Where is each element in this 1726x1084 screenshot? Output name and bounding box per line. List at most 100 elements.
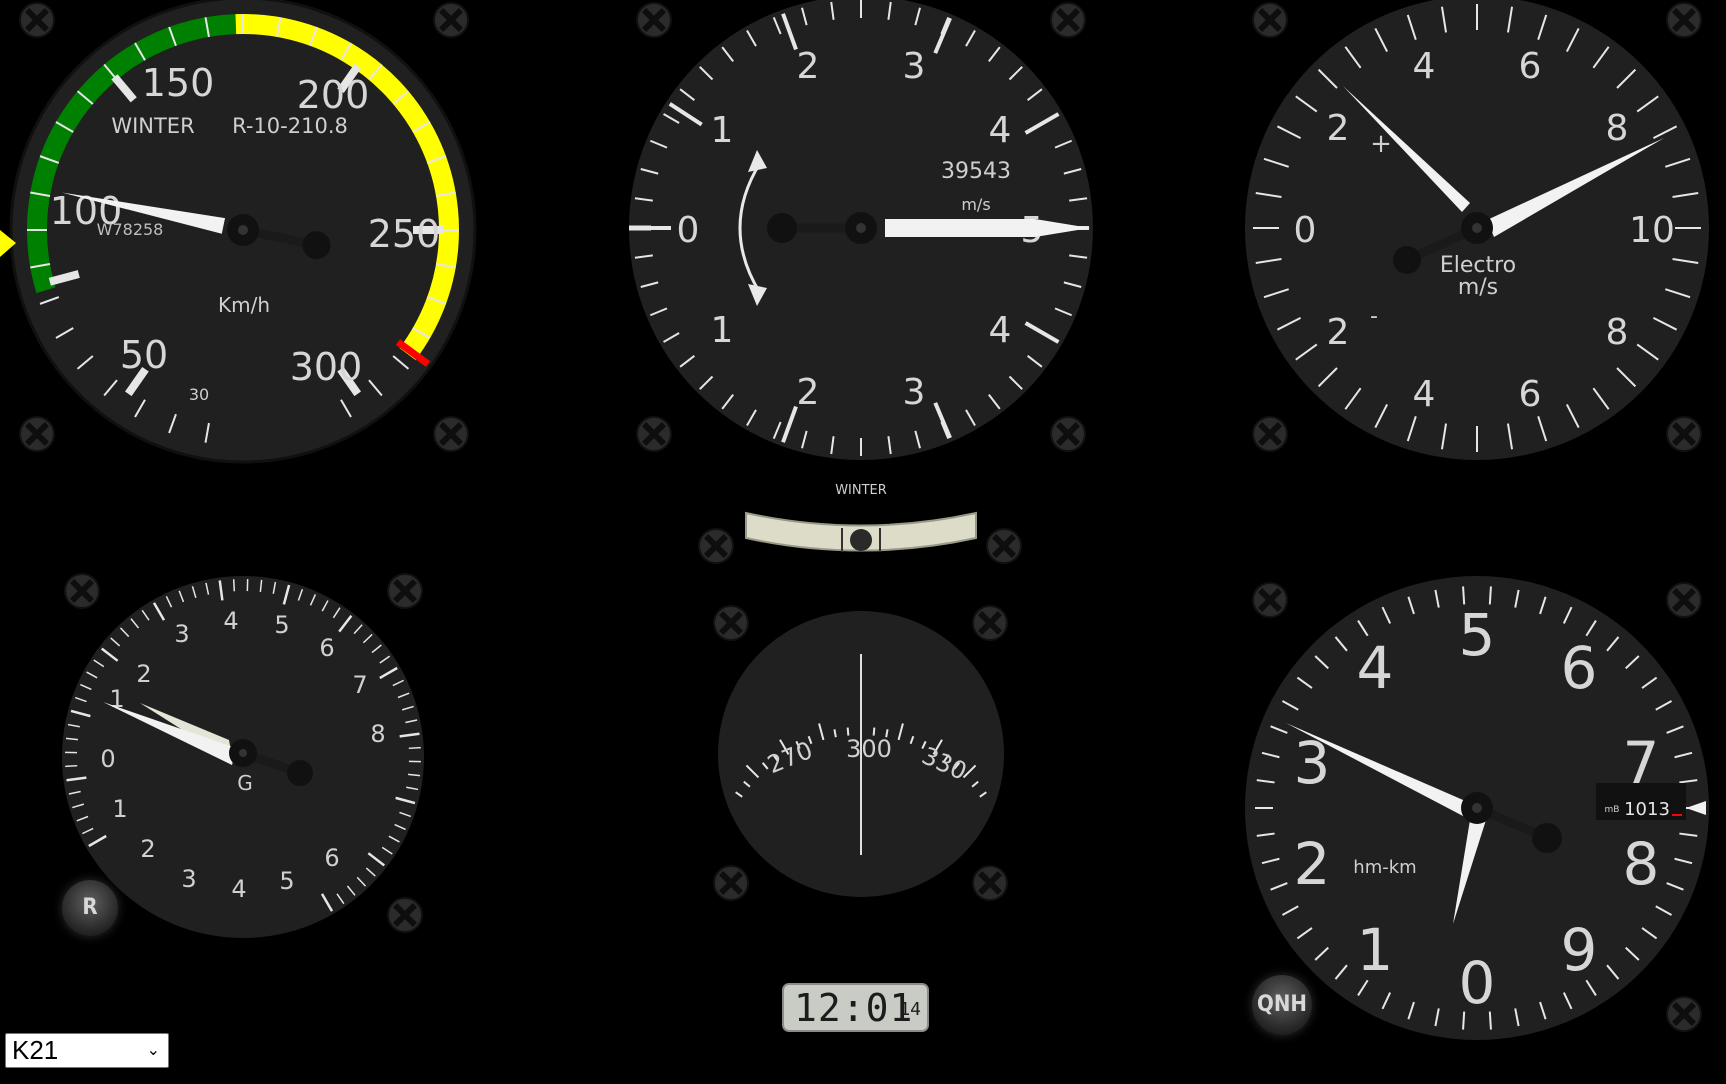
vario-numeral: 4 bbox=[989, 310, 1012, 351]
screw-icon bbox=[972, 865, 1008, 901]
g-numeral: 7 bbox=[352, 671, 367, 699]
g-numeral: 3 bbox=[174, 620, 189, 648]
airspeed-numeral: 250 bbox=[368, 212, 441, 256]
altimeter-numeral: 1 bbox=[1357, 916, 1394, 984]
scale-tick bbox=[833, 729, 837, 738]
g-meter-reset-button[interactable]: R bbox=[62, 880, 118, 936]
g-numeral: 8 bbox=[370, 720, 385, 748]
glider-select-value: K21 bbox=[12, 1035, 59, 1065]
g-numeral: 4 bbox=[223, 607, 238, 635]
vario-numeral: 3 bbox=[903, 372, 926, 413]
screw-icon bbox=[1252, 416, 1288, 452]
screw-icon bbox=[636, 2, 672, 38]
vario-numeral: 2 bbox=[797, 46, 820, 87]
vario-numeral: 0 bbox=[677, 210, 700, 251]
altimeter-numeral: 9 bbox=[1561, 916, 1598, 984]
screw-icon bbox=[713, 605, 749, 641]
clock-seconds: 14 bbox=[899, 999, 921, 1020]
screw-icon bbox=[972, 605, 1008, 641]
g-numeral: 0 bbox=[100, 745, 115, 773]
compass: 270 300 330 bbox=[718, 611, 1004, 897]
altimeter-numeral: 5 bbox=[1459, 601, 1496, 669]
electro-numeral: 6 bbox=[1519, 374, 1542, 415]
electro-numeral: 8 bbox=[1606, 108, 1629, 149]
vario-numeral: 2 bbox=[797, 372, 820, 413]
screw-icon bbox=[1666, 582, 1702, 618]
screw-icon bbox=[1666, 416, 1702, 452]
altimeter-numeral: 0 bbox=[1459, 949, 1496, 1017]
airspeed-type-label: WINTER bbox=[111, 114, 194, 138]
screw-icon bbox=[636, 416, 672, 452]
scale-tick bbox=[408, 746, 421, 750]
screw-icon bbox=[986, 528, 1022, 564]
airspeed-numeral: 200 bbox=[297, 73, 370, 117]
variometer: 0 1 1 2 2 3 4 5 4 3 39543 m/s bbox=[629, 0, 1093, 460]
altimeter-numeral: 3 bbox=[1294, 729, 1331, 797]
airspeed-numeral: 150 bbox=[142, 61, 215, 105]
screw-icon bbox=[1050, 416, 1086, 452]
electro-numeral: 4 bbox=[1413, 374, 1436, 415]
electro-numeral: 10 bbox=[1629, 210, 1675, 251]
screw-icon bbox=[1252, 582, 1288, 618]
slip-label: WINTER bbox=[835, 483, 887, 498]
electro-numeral: 6 bbox=[1519, 46, 1542, 87]
g-meter: 2 3 4 5 6 7 8 1 0 1 2 3 4 5 6 G bbox=[62, 576, 424, 938]
screw-icon bbox=[433, 2, 469, 38]
altimeter-numeral: 6 bbox=[1561, 634, 1598, 702]
qnh-button[interactable]: QNH bbox=[1252, 975, 1312, 1035]
screw-icon bbox=[433, 416, 469, 452]
electro-numeral: 2 bbox=[1327, 108, 1350, 149]
g-numeral: 6 bbox=[324, 844, 339, 872]
airspeed-numeral: 300 bbox=[290, 345, 363, 389]
screw-icon bbox=[64, 573, 100, 609]
g-numeral: 2 bbox=[140, 835, 155, 863]
g-numeral: 4 bbox=[231, 875, 246, 903]
electro-numeral: 4 bbox=[1413, 46, 1436, 87]
screw-icon bbox=[387, 897, 423, 933]
airspeed-numeral: 50 bbox=[120, 333, 168, 377]
electro-numeral: 2 bbox=[1327, 312, 1350, 353]
glider-select[interactable]: K21 ⌄ bbox=[5, 1033, 169, 1068]
vario-numeral: 4 bbox=[989, 110, 1012, 151]
screw-icon bbox=[713, 865, 749, 901]
pressure-unit: mB bbox=[1605, 805, 1620, 815]
vario-unit: m/s bbox=[961, 195, 990, 214]
electro-unit: m/s bbox=[1458, 275, 1498, 300]
screw-icon bbox=[698, 528, 734, 564]
chevron-down-icon: ⌄ bbox=[146, 1042, 160, 1059]
g-numeral: 1 bbox=[112, 795, 127, 823]
airspeed-indicator: 150 200 100 250 50 300 WINTER R-10-210.8… bbox=[0, 0, 477, 464]
vario-counter: 39543 bbox=[941, 159, 1011, 184]
vario-numeral: 3 bbox=[903, 46, 926, 87]
g-numeral: 5 bbox=[279, 867, 294, 895]
electro-minus-sign: - bbox=[1370, 304, 1378, 329]
vario-numeral: 1 bbox=[711, 110, 734, 151]
compass-heading-label: 300 bbox=[846, 735, 892, 763]
airspeed-small-label: 30 bbox=[189, 385, 209, 404]
screw-icon bbox=[19, 416, 55, 452]
screw-icon bbox=[1666, 996, 1702, 1032]
altimeter: 0 1 2 3 4 5 6 7 8 9 hm-km mB 1013 bbox=[1245, 576, 1709, 1040]
g-numeral: 6 bbox=[319, 634, 334, 662]
screw-icon bbox=[1666, 2, 1702, 38]
clock-display: 12:01 14 bbox=[782, 983, 929, 1032]
altimeter-numeral: 8 bbox=[1623, 830, 1660, 898]
airspeed-model-label: R-10-210.8 bbox=[232, 114, 348, 138]
airspeed-unit-label: Km/h bbox=[218, 293, 270, 317]
slip-indicator: WINTER bbox=[745, 483, 977, 552]
instrument-panel: 150 200 100 250 50 300 WINTER R-10-210.8… bbox=[0, 0, 1709, 1040]
clock-time: 12:01 bbox=[794, 986, 914, 1030]
altimeter-unit: hm-km bbox=[1353, 857, 1416, 878]
altimeter-numeral: 4 bbox=[1357, 634, 1394, 702]
screw-icon bbox=[19, 2, 55, 38]
vario-numeral: 1 bbox=[711, 310, 734, 351]
airspeed-serial-label: W78258 bbox=[97, 220, 164, 239]
electro-numeral: 8 bbox=[1606, 312, 1629, 353]
scale-tick bbox=[65, 764, 78, 768]
altimeter-numeral: 2 bbox=[1294, 830, 1331, 898]
screw-icon bbox=[1252, 2, 1288, 38]
g-numeral: 2 bbox=[136, 660, 151, 688]
slip-ball bbox=[850, 529, 872, 551]
scale-tick bbox=[232, 579, 236, 592]
electric-variometer: 0 2 4 6 8 10 8 6 4 2 + - Electro m/s bbox=[1245, 0, 1709, 460]
